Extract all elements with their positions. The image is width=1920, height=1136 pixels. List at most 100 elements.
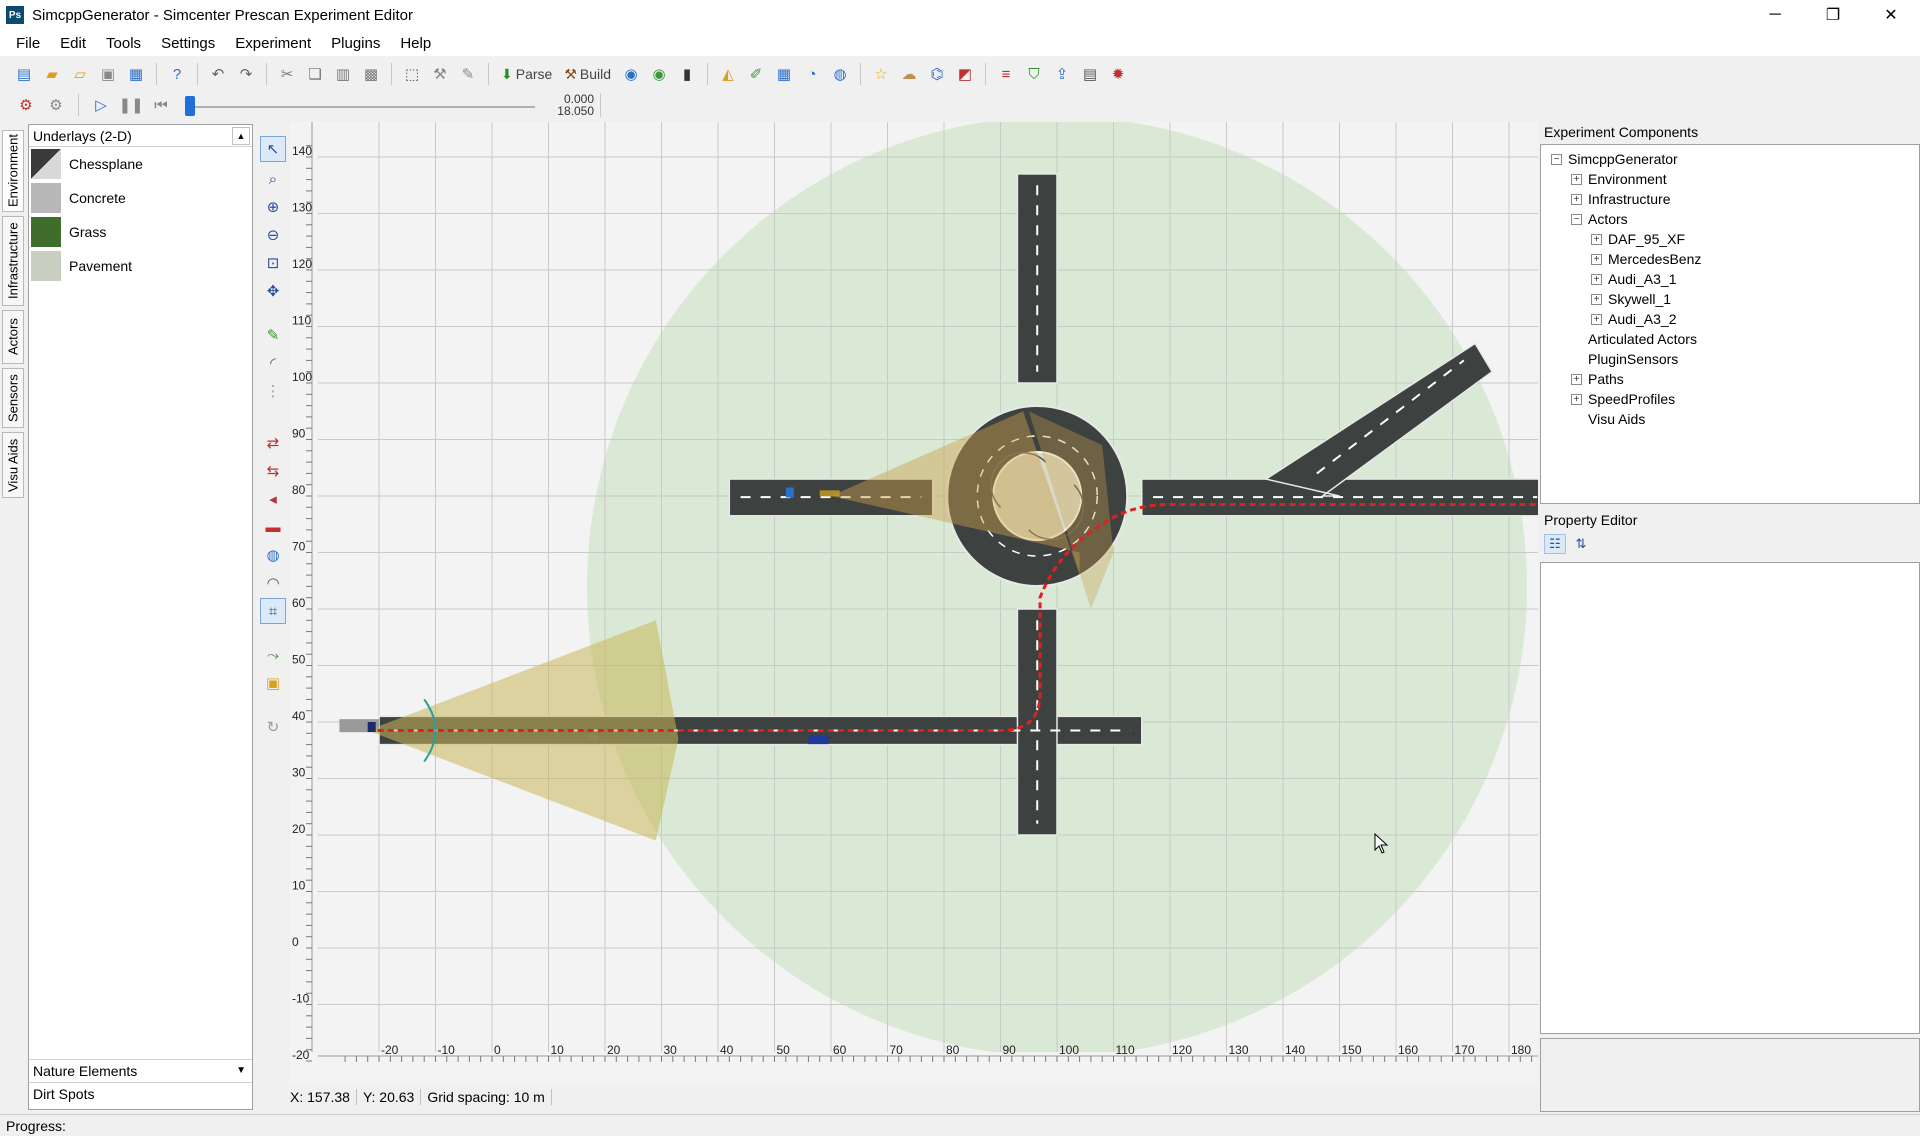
export-icon[interactable]: ⇪ <box>1050 62 1074 86</box>
sensor-range-icon[interactable]: ◍ <box>260 542 286 568</box>
expand-icon[interactable]: + <box>1591 313 1602 325</box>
report-icon[interactable]: ▤ <box>1078 62 1102 86</box>
measure-icon[interactable]: ⌗ <box>260 598 286 624</box>
star-icon[interactable]: ☆ <box>869 62 893 86</box>
curve-path-icon[interactable]: ◜ <box>260 350 286 376</box>
run-settings-icon[interactable]: ⚙ <box>44 93 68 117</box>
expand-icon[interactable]: + <box>1591 233 1602 245</box>
zoom-out-icon[interactable]: ⊖ <box>260 222 286 248</box>
shield-check-icon[interactable]: ⛉ <box>1022 62 1046 86</box>
menu-edit[interactable]: Edit <box>50 35 96 52</box>
delete-icon[interactable]: ▩ <box>359 62 383 86</box>
layers-icon[interactable]: ≡ <box>994 62 1018 86</box>
pause-icon[interactable]: ❚❚ <box>118 93 143 117</box>
underlay-item-chessplane[interactable]: Chessplane <box>29 147 252 181</box>
dropdown-arrow-icon[interactable]: ▼ <box>236 1065 246 1076</box>
trajectory-reverse-icon[interactable]: ◂ <box>260 486 286 512</box>
dirt-spots-item[interactable]: Dirt Spots <box>29 1082 252 1104</box>
menu-experiment[interactable]: Experiment <box>225 35 321 52</box>
zoom-fit-icon[interactable]: ⊡ <box>260 250 286 276</box>
pan-icon[interactable]: ✥ <box>260 278 286 304</box>
tree-node[interactable]: PluginSensors <box>1571 349 1678 369</box>
road-icon[interactable]: ◭ <box>716 62 740 86</box>
trajectory-icon[interactable]: ⇄ <box>260 430 286 456</box>
tree-node[interactable]: − Actors <box>1571 209 1628 229</box>
play-icon[interactable]: ▷ <box>89 93 113 117</box>
tree-node[interactable]: + DAF_95_XF <box>1591 229 1685 249</box>
arc-icon[interactable]: ◠ <box>260 570 286 596</box>
wrench-icon[interactable]: ⚒ <box>428 62 452 86</box>
paste-icon[interactable]: ▥ <box>331 62 355 86</box>
tree-node[interactable]: + Audi_A3_2 <box>1591 309 1677 329</box>
world-icon[interactable]: ◍ <box>828 62 852 86</box>
gauge-icon[interactable]: ◔ <box>800 62 824 86</box>
sensor-icon[interactable]: ⌬ <box>925 62 949 86</box>
rewind-icon[interactable]: ⏮ <box>149 93 173 117</box>
select-pointer-icon[interactable]: ↖ <box>260 136 286 162</box>
new-file-icon[interactable]: ▤ <box>12 62 36 86</box>
minimize-button[interactable]: ─ <box>1746 0 1804 30</box>
categorized-icon[interactable]: ☷ <box>1544 534 1566 554</box>
tab-visu-aids[interactable]: Visu Aids <box>2 432 24 498</box>
copy-icon[interactable]: ❏ <box>303 62 327 86</box>
redo-icon[interactable]: ↷ <box>234 62 258 86</box>
menu-plugins[interactable]: Plugins <box>321 35 390 52</box>
expand-icon[interactable]: + <box>1591 273 1602 285</box>
tab-infrastructure[interactable]: Infrastructure <box>2 216 24 306</box>
globe-green-icon[interactable]: ◉ <box>647 62 671 86</box>
monitor-icon[interactable]: ▮ <box>675 62 699 86</box>
expand-icon[interactable]: + <box>1571 373 1582 385</box>
restore-button[interactable]: ❐ <box>1804 0 1862 30</box>
menu-settings[interactable]: Settings <box>151 35 225 52</box>
help-icon[interactable]: ? <box>165 62 189 86</box>
tab-environment[interactable]: Environment <box>2 130 24 212</box>
parse-button[interactable]: ⬇ Parse <box>497 66 556 83</box>
open-folder-icon[interactable]: ▰ <box>40 62 64 86</box>
tab-sensors[interactable]: Sensors <box>2 368 24 428</box>
build-button[interactable]: ⚒ Build <box>560 66 615 83</box>
open-recent-icon[interactable]: ▱ <box>68 62 92 86</box>
speed-profile-icon[interactable]: ▬ <box>260 514 286 540</box>
expand-icon[interactable]: + <box>1571 173 1582 185</box>
tree-node[interactable]: − SimcppGenerator <box>1551 149 1678 169</box>
select-all-icon[interactable]: ⬚ <box>400 62 424 86</box>
rotate-icon[interactable]: ↻ <box>260 714 286 740</box>
tree-node[interactable]: Articulated Actors <box>1571 329 1697 349</box>
connect-icon[interactable]: ⤳ <box>260 642 286 668</box>
cut-icon[interactable]: ✂ <box>275 62 299 86</box>
table-icon[interactable]: ▦ <box>772 62 796 86</box>
save-as-icon[interactable]: ▦ <box>124 62 148 86</box>
sort-az-icon[interactable]: ⇅ <box>1570 534 1592 554</box>
tree-node[interactable]: + Infrastructure <box>1571 189 1670 209</box>
close-button[interactable]: ✕ <box>1862 0 1920 30</box>
expand-icon[interactable]: + <box>1591 293 1602 305</box>
tree-node[interactable]: + SpeedProfiles <box>1571 389 1675 409</box>
scene-svg[interactable]: -20 -10 0 10 20 30 40 50 60 70 80 90 100 110 120 130 140… <box>290 122 1538 1084</box>
expand-icon[interactable]: + <box>1571 393 1582 405</box>
cloud-icon[interactable]: ☁ <box>897 62 921 86</box>
time-slider[interactable] <box>185 95 535 116</box>
menu-tools[interactable]: Tools <box>96 35 151 52</box>
menu-help[interactable]: Help <box>390 35 441 52</box>
collapse-icon[interactable]: − <box>1571 213 1582 225</box>
zoom-window-icon[interactable]: ⌕ <box>260 166 286 192</box>
trajectory-edit-icon[interactable]: ⇆ <box>260 458 286 484</box>
scene-canvas[interactable]: -20 -10 0 10 20 30 40 50 60 70 80 90 100 110 120 130 140… <box>290 122 1538 1084</box>
tree-node[interactable]: + Audi_A3_1 <box>1591 269 1677 289</box>
underlay-item-pavement[interactable]: Pavement <box>29 249 252 283</box>
underlay-item-grass[interactable]: Grass <box>29 215 252 249</box>
tree-node[interactable]: + Paths <box>1571 369 1624 389</box>
zoom-in-icon[interactable]: ⊕ <box>260 194 286 220</box>
save-icon[interactable]: ▣ <box>96 62 120 86</box>
tree-node[interactable]: + Skywell_1 <box>1591 289 1671 309</box>
nature-elements-header[interactable]: Nature Elements ▼ <box>29 1059 252 1081</box>
underlay-item-concrete[interactable]: Concrete <box>29 181 252 215</box>
globe-icon[interactable]: ◉ <box>619 62 643 86</box>
path-edit-icon[interactable]: ✐ <box>744 62 768 86</box>
menu-file[interactable]: File <box>6 35 50 52</box>
expand-icon[interactable]: + <box>1591 253 1602 265</box>
collapse-icon[interactable]: − <box>1551 153 1562 165</box>
run-experiment-icon[interactable]: ⚙ <box>14 93 38 117</box>
chart-icon[interactable]: ◩ <box>953 62 977 86</box>
bug-icon[interactable]: ✹ <box>1106 62 1130 86</box>
